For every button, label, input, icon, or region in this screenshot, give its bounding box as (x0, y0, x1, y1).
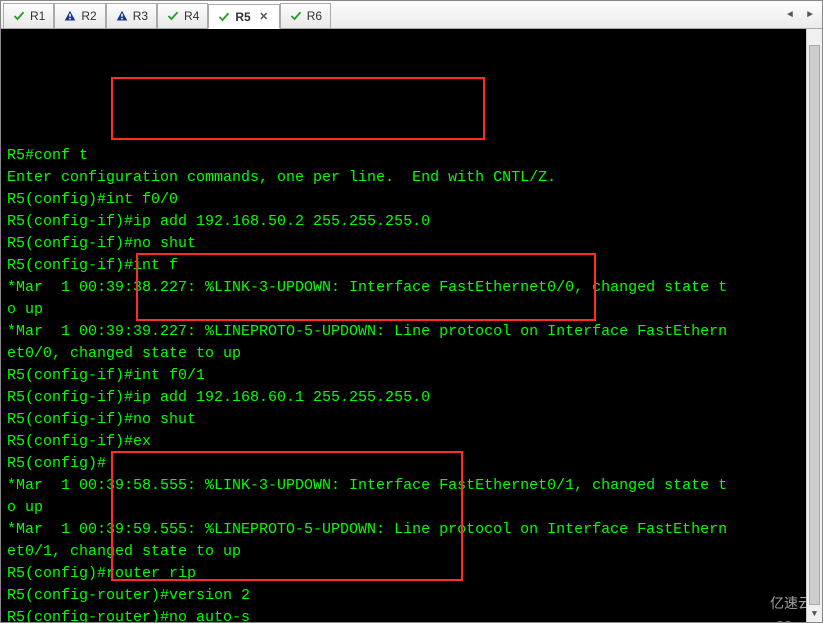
tab-r3[interactable]: R3 (106, 3, 157, 28)
terminal-content: R5#conf tEnter configuration commands, o… (7, 79, 816, 622)
terminal-line: *Mar 1 00:39:58.555: %LINK-3-UPDOWN: Int… (7, 475, 816, 497)
tab-r6[interactable]: R6 (280, 3, 331, 28)
tab-label: R2 (81, 9, 96, 23)
check-icon (166, 9, 180, 23)
check-icon (217, 10, 231, 24)
terminal-line: R5(config-if)#int f (7, 255, 816, 277)
warning-icon (115, 9, 129, 23)
app-window: R1 R2 R3 R4 R5 ✕ R6 ◄ ► R5#conf tEnter configu… (0, 0, 823, 623)
terminal-line: *Mar 1 00:39:39.227: %LINEPROTO-5-UPDOWN… (7, 321, 816, 343)
tab-r4[interactable]: R4 (157, 3, 208, 28)
check-icon (289, 9, 303, 23)
terminal-line: Enter configuration commands, one per li… (7, 167, 816, 189)
terminal-line: R5(config-if)#no shut (7, 233, 816, 255)
tab-r2[interactable]: R2 (54, 3, 105, 28)
tab-r1[interactable]: R1 (3, 3, 54, 28)
watermark-icon (740, 595, 766, 611)
terminal-line: R5(config)#int f0/0 (7, 189, 816, 211)
terminal-line: *Mar 1 00:39:38.227: %LINK-3-UPDOWN: Int… (7, 277, 816, 299)
tab-label: R6 (307, 9, 322, 23)
terminal-line: o up (7, 299, 816, 321)
tab-prev-button[interactable]: ◄ (780, 6, 800, 26)
terminal-line: R5(config-if)#ip add 192.168.60.1 255.25… (7, 387, 816, 409)
terminal-line: R5(config-router)#no auto-s (7, 607, 816, 622)
terminal-line: R5(config-if)#int f0/1 (7, 365, 816, 387)
tab-label: R1 (30, 9, 45, 23)
scroll-down-button[interactable]: ▼ (807, 606, 822, 622)
terminal-line: et0/1, changed state to up (7, 541, 816, 563)
close-icon[interactable]: ✕ (257, 10, 271, 24)
tab-next-button[interactable]: ► (800, 6, 820, 26)
terminal-line: R5(config-if)#no shut (7, 409, 816, 431)
tab-r5[interactable]: R5 ✕ (208, 4, 279, 29)
terminal-line: R5(config-router)#version 2 (7, 585, 816, 607)
terminal-line: *Mar 1 00:39:59.555: %LINEPROTO-5-UPDOWN… (7, 519, 816, 541)
scroll-thumb[interactable] (809, 45, 820, 605)
tab-label: R4 (184, 9, 199, 23)
terminal-line: R5(config)# (7, 453, 816, 475)
tab-label: R5 (235, 10, 250, 24)
terminal-line: R5(config-if)#ip add 192.168.50.2 255.25… (7, 211, 816, 233)
terminal-line: R5#conf t (7, 145, 816, 167)
terminal-line: o up (7, 497, 816, 519)
scrollbar[interactable]: ▲ ▼ (806, 29, 822, 622)
terminal-pane[interactable]: R5#conf tEnter configuration commands, o… (1, 29, 822, 622)
tab-bar: R1 R2 R3 R4 R5 ✕ R6 ◄ ► (1, 1, 822, 29)
check-icon (12, 9, 26, 23)
watermark: 亿速云 (740, 592, 812, 614)
tab-nav-arrows: ◄ ► (780, 3, 820, 28)
warning-icon (63, 9, 77, 23)
terminal-line: R5(config)#router rip (7, 563, 816, 585)
tab-label: R3 (133, 9, 148, 23)
terminal-line: et0/0, changed state to up (7, 343, 816, 365)
terminal-line: R5(config-if)#ex (7, 431, 816, 453)
